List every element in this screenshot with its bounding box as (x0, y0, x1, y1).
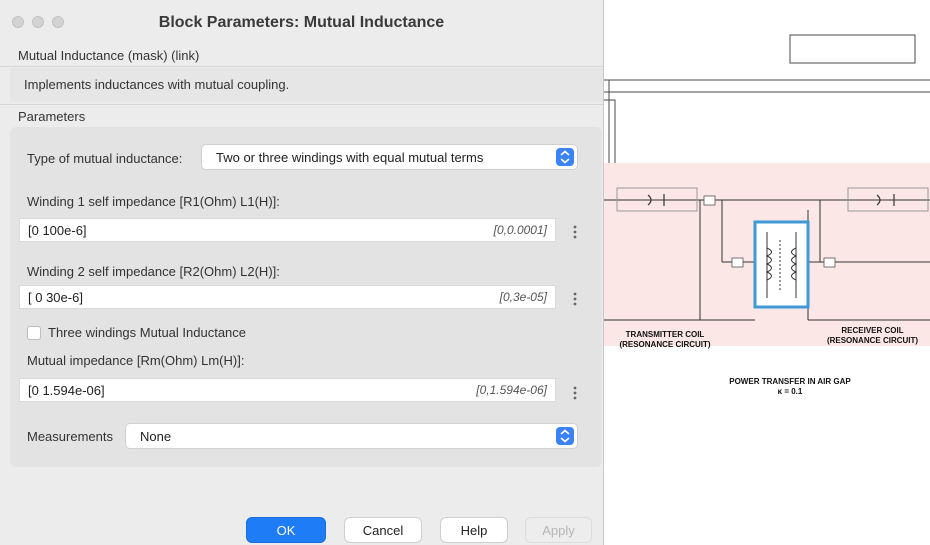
mutual-type-select[interactable]: Two or three windings with equal mutual … (201, 144, 578, 170)
winding1-label: Winding 1 self impedance [R1(Ohm) L1(H)]… (27, 194, 280, 209)
winding2-label: Winding 2 self impedance [R2(Ohm) L2(H)]… (27, 264, 280, 279)
mutual-inductance-block[interactable] (753, 220, 810, 309)
measurements-label: Measurements (27, 429, 113, 444)
select-stepper-icon (556, 427, 574, 445)
power-transfer-caption: POWER TRANSFER IN AIR GAP κ = 0.1 (729, 377, 851, 396)
winding2-value: [ 0 30e-6] (28, 290, 83, 305)
cancel-button[interactable]: Cancel (344, 517, 422, 543)
measurements-select[interactable]: None (125, 423, 578, 449)
header-divider (0, 66, 603, 67)
window-title: Block Parameters: Mutual Inductance (158, 14, 445, 31)
mutual-type-value: Two or three windings with equal mutual … (216, 150, 484, 165)
transmitter-coil-label: TRANSMITTER COIL (RESONANCE CIRCUIT) (619, 330, 711, 349)
block-header: Mutual Inductance (mask) (link) (18, 48, 200, 63)
three-windings-checkbox[interactable] (27, 326, 41, 340)
parameters-section-label: Parameters (18, 109, 86, 124)
winding2-evaluated-hint: [0,3e-05] (499, 290, 547, 304)
block-description: Implements inductances with mutual coupl… (24, 77, 290, 92)
apply-button[interactable]: Apply (525, 517, 592, 543)
select-stepper-icon (556, 148, 574, 166)
three-windings-label: Three windings Mutual Inductance (48, 325, 247, 340)
mutual-impedance-label: Mutual impedance [Rm(Ohm) Lm(H)]: (27, 353, 245, 368)
mutual-impedance-field[interactable]: [0 1.594e-06] [0,1.594e-06] (19, 378, 556, 402)
winding2-more-icon[interactable] (569, 289, 581, 311)
description-divider (0, 104, 603, 105)
mutual-impedance-evaluated-hint: [0,1.594e-06] (476, 383, 547, 397)
winding1-more-icon[interactable] (569, 222, 581, 244)
mutual-type-label: Type of mutual inductance: (27, 151, 183, 166)
mutual-impedance-value: [0 1.594e-06] (28, 383, 105, 398)
winding2-field[interactable]: [ 0 30e-6] [0,3e-05] (19, 285, 556, 309)
block-parameters-dialog: Block Parameters: Mutual Inductance Mutu… (0, 0, 604, 545)
winding1-evaluated-hint: [0,0.0001] (493, 223, 547, 237)
receiver-coil-label: RECEIVER COIL (RESONANCE CIRCUIT) (826, 326, 919, 345)
mutual-impedance-more-icon[interactable] (569, 383, 581, 405)
title-bar[interactable]: Block Parameters: Mutual Inductance (0, 0, 603, 44)
winding1-value: [0 100e-6] (28, 223, 87, 238)
measurements-value: None (140, 429, 172, 444)
ok-button[interactable]: OK (246, 517, 326, 543)
help-button[interactable]: Help (440, 517, 508, 543)
winding1-field[interactable]: [0 100e-6] [0,0.0001] (19, 218, 556, 242)
